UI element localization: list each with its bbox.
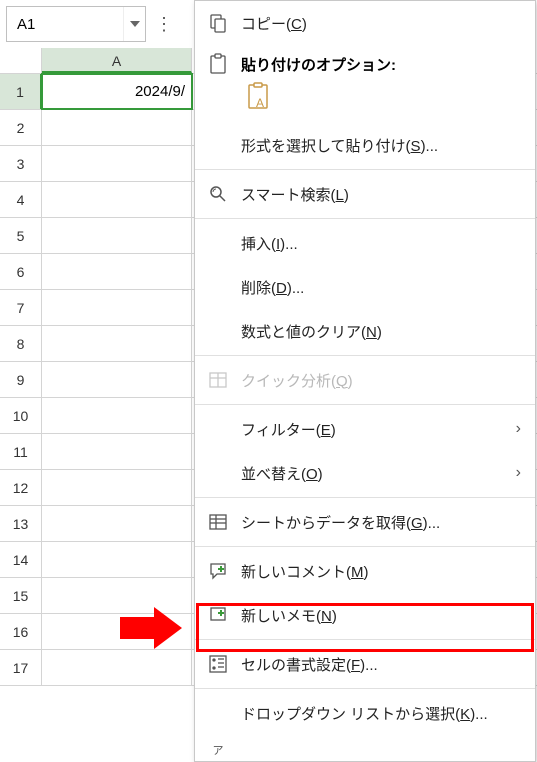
paste-default-button[interactable]: A <box>241 79 277 115</box>
row-header[interactable]: 16 <box>0 614 42 649</box>
menu-separator <box>195 688 535 689</box>
row-header[interactable]: 6 <box>0 254 42 289</box>
cell[interactable] <box>42 470 192 505</box>
menu-separator <box>195 355 535 356</box>
row-header[interactable]: 12 <box>0 470 42 505</box>
cell[interactable] <box>42 254 192 289</box>
cell[interactable] <box>42 398 192 433</box>
menu-smart-lookup[interactable]: スマート検索(L) <box>195 172 535 216</box>
menu-separator <box>195 639 535 640</box>
menu-filter[interactable]: フィルター(E) › <box>195 407 535 451</box>
menu-delete[interactable]: 削除(D)... <box>195 265 535 309</box>
menu-cut-partial[interactable]: ア <box>195 735 535 761</box>
cell[interactable] <box>42 614 192 649</box>
row-header[interactable]: 2 <box>0 110 42 145</box>
cell[interactable]: 2024/9/ <box>42 74 192 109</box>
menu-separator <box>195 218 535 219</box>
quick-analysis-icon <box>207 369 229 391</box>
cell[interactable] <box>42 146 192 181</box>
cell[interactable] <box>42 650 192 685</box>
column-header-a[interactable]: A <box>42 48 192 73</box>
menu-label: 挿入(I)... <box>241 233 521 254</box>
cell[interactable] <box>42 182 192 217</box>
paste-options-label: 貼り付けのオプション: <box>241 54 396 75</box>
menu-new-comment[interactable]: 新しいコメント(M) <box>195 549 535 593</box>
row-header[interactable]: 1 <box>0 74 42 109</box>
row-header[interactable]: 5 <box>0 218 42 253</box>
row-header[interactable]: 9 <box>0 362 42 397</box>
row-header[interactable]: 13 <box>0 506 42 541</box>
name-box-dropdown[interactable] <box>123 7 145 41</box>
more-icon[interactable]: ⋮ <box>152 6 176 42</box>
name-box[interactable]: A1 <box>6 6 146 42</box>
comment-icon <box>207 560 229 582</box>
chevron-right-icon: › <box>507 420 521 438</box>
menu-label: クイック分析(Q) <box>241 370 521 391</box>
format-icon <box>207 653 229 675</box>
row-header[interactable]: 10 <box>0 398 42 433</box>
clipboard-icon <box>207 53 229 75</box>
menu-label: スマート検索(L) <box>241 184 521 205</box>
menu-label: コピー(C) <box>241 13 521 34</box>
font-icon: ア <box>207 739 229 761</box>
row-header[interactable]: 8 <box>0 326 42 361</box>
menu-label: ドロップダウン リストから選択(K)... <box>241 703 521 724</box>
menu-label: 新しいメモ(N) <box>241 605 521 626</box>
paste-options-row: A <box>195 77 535 123</box>
menu-label: 新しいコメント(M) <box>241 561 521 582</box>
menu-label: セルの書式設定(F)... <box>241 654 521 675</box>
row-header[interactable]: 3 <box>0 146 42 181</box>
note-icon <box>207 604 229 626</box>
table-icon <box>207 511 229 533</box>
menu-clear[interactable]: 数式と値のクリア(N) <box>195 309 535 353</box>
row-header[interactable]: 15 <box>0 578 42 613</box>
menu-insert[interactable]: 挿入(I)... <box>195 221 535 265</box>
cell[interactable] <box>42 362 192 397</box>
menu-label: 数式と値のクリア(N) <box>241 321 521 342</box>
menu-sort[interactable]: 並べ替え(O) › <box>195 451 535 495</box>
menu-copy[interactable]: コピー(C) <box>195 1 535 45</box>
paste-options-header: 貼り付けのオプション: <box>195 45 535 77</box>
context-menu: コピー(C) 貼り付けのオプション: A 形式を選択して貼り付け(S)... <box>194 0 536 762</box>
row-header[interactable]: 7 <box>0 290 42 325</box>
cell[interactable] <box>42 542 192 577</box>
cell[interactable] <box>42 578 192 613</box>
menu-label: フィルター(E) <box>241 419 495 440</box>
menu-separator <box>195 404 535 405</box>
cell[interactable] <box>42 110 192 145</box>
row-header[interactable]: 14 <box>0 542 42 577</box>
select-all-corner[interactable] <box>0 48 42 73</box>
cell[interactable] <box>42 218 192 253</box>
row-header[interactable]: 4 <box>0 182 42 217</box>
row-header[interactable]: 11 <box>0 434 42 469</box>
menu-label: 削除(D)... <box>241 277 521 298</box>
menu-label: シートからデータを取得(G)... <box>241 512 521 533</box>
menu-separator <box>195 546 535 547</box>
menu-label: 形式を選択して貼り付け(S)... <box>241 135 521 156</box>
menu-quick-analysis: クイック分析(Q) <box>195 358 535 402</box>
menu-format-cells[interactable]: セルの書式設定(F)... <box>195 642 535 686</box>
chevron-right-icon: › <box>507 464 521 482</box>
menu-paste-special[interactable]: 形式を選択して貼り付け(S)... <box>195 123 535 167</box>
svg-text:A: A <box>256 96 264 110</box>
name-box-value: A1 <box>7 16 123 33</box>
menu-new-note[interactable]: 新しいメモ(N) <box>195 593 535 637</box>
menu-separator <box>195 169 535 170</box>
menu-separator <box>195 497 535 498</box>
cell[interactable] <box>42 434 192 469</box>
menu-dropdown-select[interactable]: ドロップダウン リストから選択(K)... <box>195 691 535 735</box>
cell[interactable] <box>42 290 192 325</box>
copy-icon <box>207 12 229 34</box>
row-header[interactable]: 17 <box>0 650 42 685</box>
menu-label: 並べ替え(O) <box>241 463 495 484</box>
cell[interactable] <box>42 326 192 361</box>
search-icon <box>207 183 229 205</box>
cell[interactable] <box>42 506 192 541</box>
menu-get-data[interactable]: シートからデータを取得(G)... <box>195 500 535 544</box>
